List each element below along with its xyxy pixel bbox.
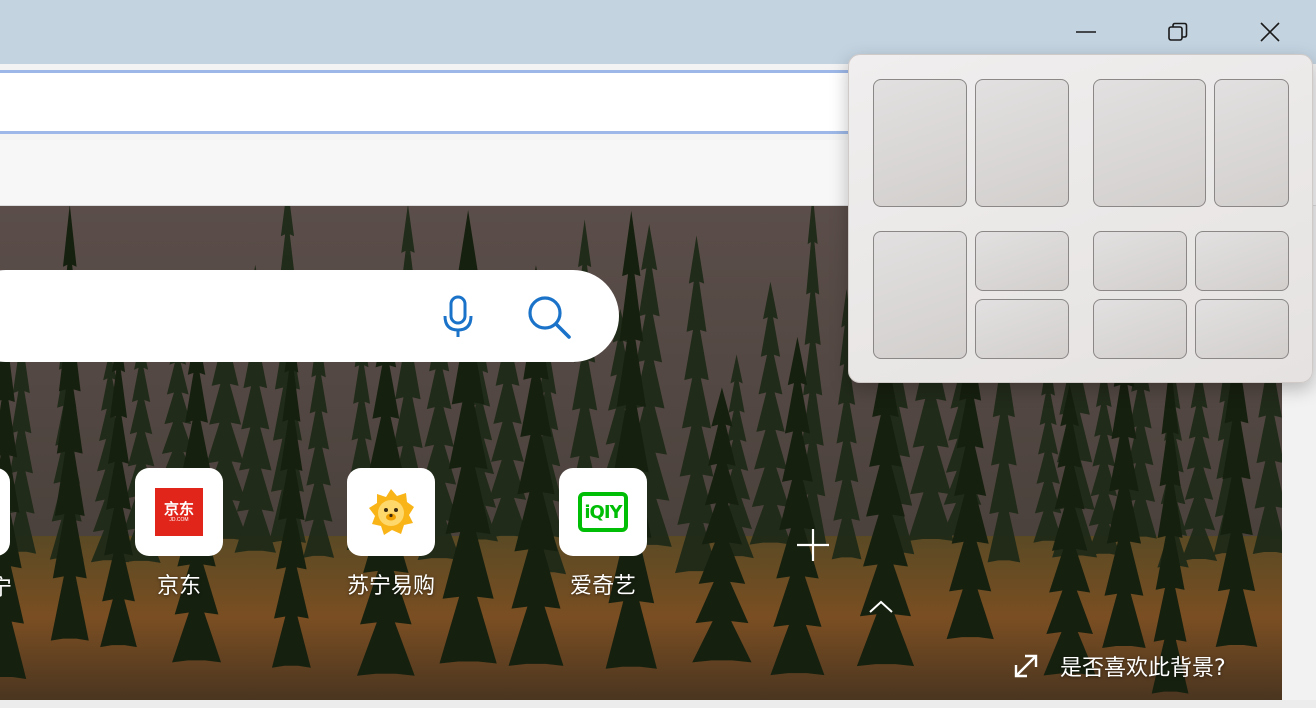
snap-zone[interactable] (873, 231, 967, 359)
restore-button[interactable] (1155, 8, 1201, 56)
expand-icon (1014, 654, 1038, 678)
close-icon (1260, 22, 1280, 42)
minimize-icon (1076, 31, 1096, 33)
background-feedback-link[interactable]: 是否喜欢此背景? (1012, 648, 1226, 684)
status-strip (0, 700, 1316, 708)
snap-zone[interactable] (1195, 299, 1289, 359)
plus-icon (797, 529, 829, 561)
snap-zone[interactable] (1093, 79, 1206, 207)
quick-link-label-partial: 宁 (0, 576, 13, 601)
minimize-button[interactable] (1063, 8, 1109, 56)
snap-zone[interactable] (1195, 231, 1289, 291)
search-icon (528, 296, 571, 339)
jd-logo-text: 京东 (163, 499, 194, 518)
background-feedback-label: 是否喜欢此背景? (1060, 656, 1226, 681)
quick-link-suning[interactable] (347, 468, 435, 556)
close-button[interactable] (1247, 8, 1293, 56)
quick-link-jd[interactable]: 京东 JD.COM (135, 468, 223, 556)
voice-search-button[interactable] (440, 294, 478, 340)
snap-zone[interactable] (975, 231, 1069, 291)
chevron-up-icon (869, 600, 893, 613)
quick-link-label: 爱奇艺 (569, 574, 636, 599)
jd-logo-subtext: JD.COM (169, 516, 189, 523)
jd-logo-icon: 京东 JD.COM (155, 488, 203, 536)
snap-zone[interactable] (1093, 299, 1187, 359)
suning-lion-icon (369, 489, 414, 535)
address-input[interactable] (0, 70, 880, 134)
snap-zone[interactable] (975, 299, 1069, 359)
snap-layouts-flyout (848, 54, 1313, 383)
restore-icon (1168, 22, 1188, 41)
collapse-button[interactable] (866, 596, 896, 618)
search-button[interactable] (526, 294, 572, 340)
quick-link-tile-partial[interactable] (0, 468, 10, 556)
iqiyi-logo-text: iQIY (584, 501, 622, 523)
snap-zone[interactable] (1093, 231, 1187, 291)
microphone-icon (443, 295, 473, 337)
iqiyi-logo-icon: iQIY (578, 492, 628, 532)
snap-zone[interactable] (1214, 79, 1289, 207)
snap-zone[interactable] (975, 79, 1069, 207)
snap-zone[interactable] (873, 79, 967, 207)
quick-link-label: 苏宁易购 (346, 574, 435, 599)
quick-link-label: 京东 (156, 574, 201, 599)
add-quick-link-button[interactable] (790, 522, 836, 568)
quick-link-iqiyi[interactable]: iQIY (559, 468, 647, 556)
